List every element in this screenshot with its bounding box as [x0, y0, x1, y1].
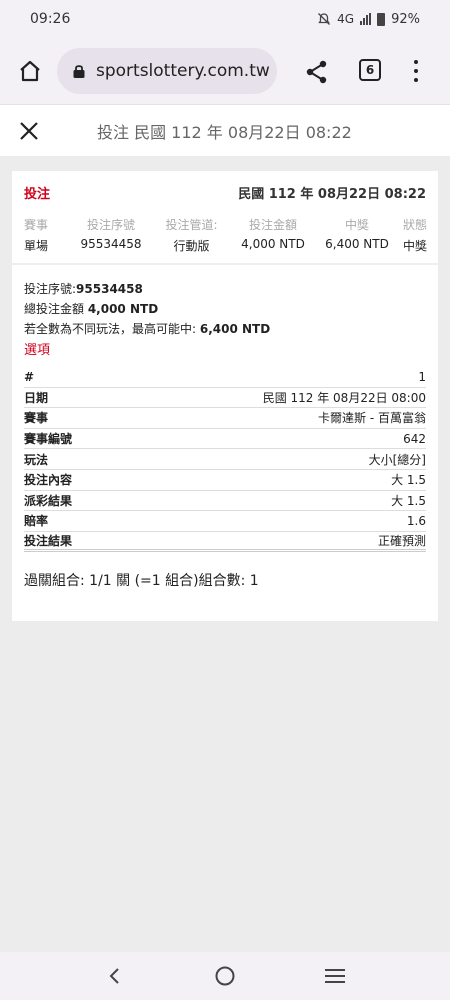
lock-icon — [73, 65, 85, 78]
summary-header: 狀態 — [402, 218, 427, 232]
status-bar: 09:26 4G 92% — [0, 0, 450, 38]
table-row: 賽事 卡爾達斯 - 百萬富翁 — [24, 408, 426, 429]
summary-value: 95534458 — [80, 237, 142, 251]
summary-value: 行動版 — [173, 239, 210, 253]
battery-icon — [377, 12, 386, 26]
back-chevron-icon — [109, 968, 119, 984]
summary-header: 賽事 — [24, 218, 49, 232]
overflow-menu-icon[interactable] — [410, 57, 422, 85]
close-icon[interactable] — [16, 118, 42, 144]
signal-icon — [360, 13, 372, 25]
summary-value: 中獎 — [402, 239, 427, 253]
battery-percent: 92% — [391, 11, 420, 27]
status-icons: 4G 92% — [317, 12, 420, 27]
serial-value: 95534458 — [76, 282, 143, 296]
share-icon[interactable] — [303, 58, 331, 86]
bet-date: 民國 112 年 08月22日 08:22 — [238, 187, 426, 202]
bell-off-icon — [318, 13, 331, 25]
url-text: sportslottery.com.tw — [96, 61, 270, 81]
options-label: 選項 — [24, 343, 51, 358]
page-header: 投注 民國 112 年 08月22日 08:22 — [0, 104, 450, 156]
status-time: 09:26 — [30, 11, 71, 27]
table-row: #1 — [24, 367, 426, 388]
bet-label: 投注 — [24, 187, 51, 202]
table-row: 玩法 大小[總分] — [24, 449, 426, 470]
combo-summary: 過關組合: 1/1 關 (=1 組合)組合數: 1 — [24, 573, 259, 590]
table-row: 日期 民國 112 年 08月22日 08:00 — [24, 388, 426, 409]
bet-info: 投注序號:95534458 總投注金額 4,000 NTD 若全數為不同玩法，最… — [12, 265, 438, 361]
table-row: 派彩結果大 1.5 — [24, 491, 426, 512]
summary-header: 投注序號 — [86, 218, 135, 232]
summary-value: 6,400 NTD — [325, 237, 389, 251]
url-bar[interactable]: sportslottery.com.tw — [57, 48, 277, 94]
back-button[interactable] — [102, 963, 128, 989]
circle-home-icon — [215, 966, 235, 986]
serial-line: 投注序號:95534458 — [24, 282, 143, 296]
total-value: 4,000 NTD — [87, 302, 159, 316]
table-row: 賠率 1.6 — [24, 511, 426, 532]
summary-value: 4,000 NTD — [241, 237, 305, 251]
table-row: 投注內容大 1.5 — [24, 470, 426, 491]
table-row: 投注結果 正確預測 — [24, 532, 426, 553]
page-title: 投注 民國 112 年 08月22日 08:22 — [97, 122, 352, 142]
summary-header: 投注金額 — [248, 218, 297, 232]
system-nav-bar — [0, 952, 450, 1000]
bet-summary: 投注 民國 112 年 08月22日 08:22 賽事 投注序號 投注管道: 投… — [12, 171, 438, 265]
recents-button[interactable] — [322, 963, 348, 989]
tab-switcher-button[interactable]: 6 — [359, 59, 381, 81]
max-payout-line: 若全數為不同玩法，最高可能中: 6,400 NTD — [24, 322, 271, 336]
max-payout-value: 6,400 NTD — [199, 322, 271, 336]
recents-lines-icon — [325, 969, 345, 983]
table-row: 賽事編號 642 — [24, 429, 426, 450]
browser-toolbar: sportslottery.com.tw 6 — [0, 38, 450, 104]
summary-grid: 賽事 投注序號 投注管道: 投注金額 中獎 狀態 單場 95534458 行動版… — [24, 216, 427, 254]
bet-card: 投注 民國 112 年 08月22日 08:22 賽事 投注序號 投注管道: 投… — [12, 171, 438, 621]
options-table: #1 日期 民國 112 年 08月22日 08:00 賽事 卡爾達斯 - 百萬富翁… — [24, 367, 426, 553]
home-icon — [20, 60, 40, 82]
summary-header: 投注管道: — [165, 218, 218, 232]
network-label: 4G — [337, 12, 355, 26]
summary-value: 單場 — [24, 239, 49, 253]
home-button[interactable] — [15, 56, 45, 86]
total-line: 總投注金額 4,000 NTD — [24, 302, 159, 316]
summary-header: 中獎 — [344, 218, 369, 232]
home-nav-button[interactable] — [212, 963, 238, 989]
